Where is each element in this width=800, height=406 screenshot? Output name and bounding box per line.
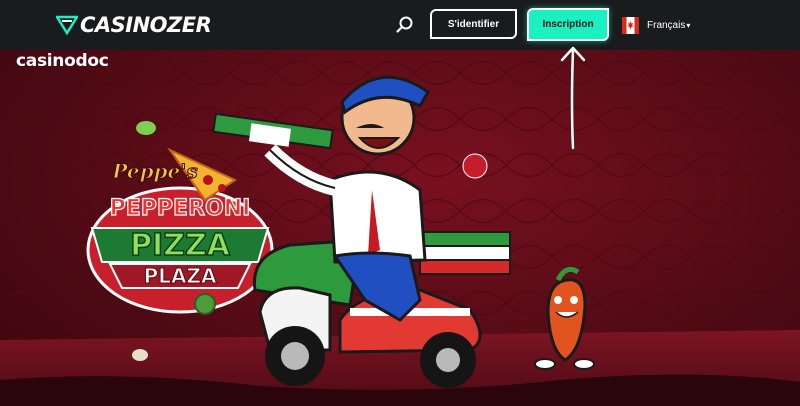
game-title-line1: Peppe's <box>111 159 197 183</box>
casinozer-logo-icon <box>56 15 78 36</box>
casinodoc-watermark: casinodoc <box>16 51 109 71</box>
register-button[interactable]: Inscription <box>527 8 609 41</box>
game-title-line3: PIZZA <box>130 228 231 263</box>
language-selector[interactable]: Français ▾ <box>622 15 690 35</box>
brand-name: CASINOZER <box>80 13 212 37</box>
top-navigation-bar: CASINOZER S'identifier Inscription Franç… <box>0 0 800 50</box>
language-label: Français <box>647 19 686 31</box>
hero-banner[interactable]: Peppe's PEPPERONI PIZZA PLAZA <box>0 50 800 406</box>
search-icon <box>396 16 413 33</box>
canada-flag-icon <box>622 16 639 34</box>
arrow-annotation-icon <box>560 46 586 150</box>
search-button[interactable] <box>394 14 416 36</box>
game-title-line2: PEPPERONI <box>110 196 251 221</box>
brand-logo[interactable]: CASINOZER <box>56 12 212 38</box>
game-title-line4: PLAZA <box>144 264 217 288</box>
chevron-down-icon: ▾ <box>686 20 691 30</box>
hero-illustration: Peppe's PEPPERONI PIZZA PLAZA <box>0 50 800 406</box>
login-button[interactable]: S'identifier <box>430 9 517 39</box>
